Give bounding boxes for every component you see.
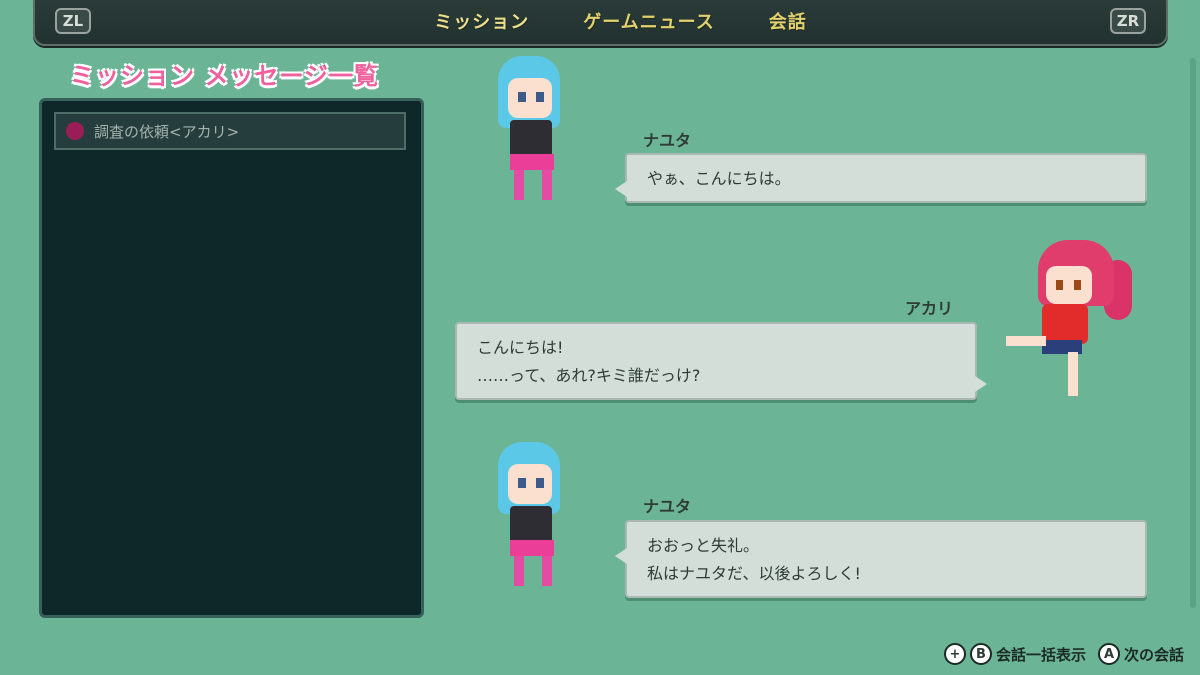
mission-list-item[interactable]: 調査の依頼<アカリ> [54, 112, 406, 150]
message-line: 私はナユタだ、以後よろしく! [647, 564, 861, 583]
message-bubble: こんにちは! ……って、あれ?キミ誰だっけ? [455, 322, 987, 400]
speaker-name: ナユタ [643, 497, 692, 516]
top-tab-bar: ZL ミッション ゲームニュース 会話 ZR [33, 0, 1168, 46]
tab-conversation[interactable]: 会話 [759, 2, 817, 40]
message-line: ……って、あれ?キミ誰だっけ? [477, 366, 701, 385]
next-conversation-hint[interactable]: 次の会話 [1124, 644, 1184, 665]
a-button-icon: A [1097, 643, 1120, 665]
nayuta-portrait [490, 56, 574, 206]
plus-button-icon: + [943, 643, 966, 665]
b-button-icon: B [969, 643, 992, 665]
message-bubble: おおっと失礼。 私はナユタだ、以後よろしく! [615, 520, 1147, 598]
akari-portrait [998, 240, 1138, 405]
tab-game-news[interactable]: ゲームニュース [573, 2, 725, 40]
conversation-scrollbar[interactable] [1190, 58, 1196, 608]
mission-message-list: 調査の依頼<アカリ> [39, 98, 424, 618]
tab-mission[interactable]: ミッション [416, 2, 548, 40]
unread-dot-icon [66, 122, 84, 140]
mission-message-list-title: ミッション メッセージ一覧 [70, 62, 379, 90]
speaker-name: ナユタ [643, 131, 692, 150]
message-bubble: やぁ、こんにちは。 [615, 153, 1147, 203]
message-line: おおっと失礼。 [647, 536, 760, 555]
speaker-name: アカリ [905, 299, 954, 318]
nayuta-portrait [490, 442, 574, 597]
mission-item-label: 調査の依頼<アカリ> [94, 122, 240, 141]
button-hints: + B 会話一括表示 A 次の会話 [943, 643, 1192, 665]
tab-list: ミッション ゲームニュース 会話 [35, 0, 1166, 42]
show-all-conversation-hint[interactable]: 会話一括表示 [996, 644, 1086, 665]
message-line: やぁ、こんにちは。 [647, 169, 791, 188]
zr-trigger-button[interactable]: ZR [1110, 8, 1146, 34]
message-line: こんにちは! [477, 338, 564, 357]
